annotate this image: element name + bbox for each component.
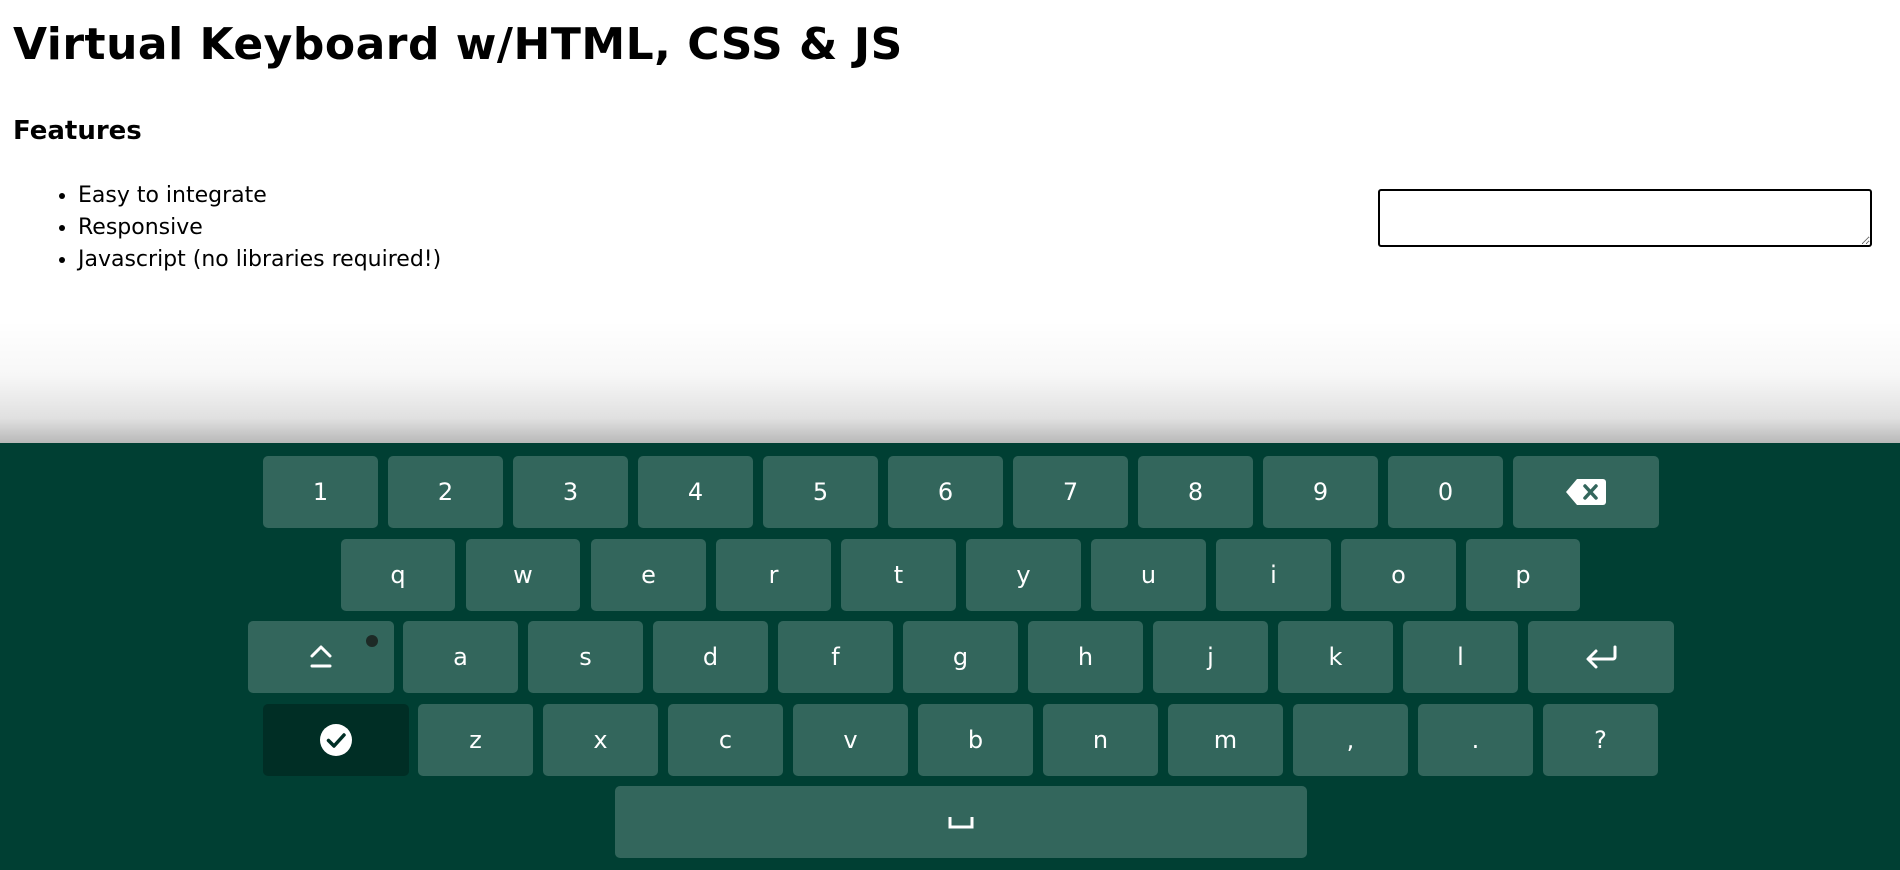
enter-key[interactable] — [1528, 621, 1674, 693]
key-d[interactable]: d — [653, 621, 768, 693]
features-list: Easy to integrate Responsive Javascript … — [30, 180, 441, 276]
key-y[interactable]: y — [966, 539, 1081, 611]
key-l[interactable]: l — [1403, 621, 1518, 693]
backspace-key[interactable] — [1513, 456, 1659, 528]
key-z[interactable]: z — [418, 704, 533, 776]
key-1[interactable]: 1 — [263, 456, 378, 528]
key-comma[interactable]: , — [1293, 704, 1408, 776]
key-p[interactable]: p — [1466, 539, 1580, 611]
key-i[interactable]: i — [1216, 539, 1331, 611]
caps-lock-indicator — [366, 635, 378, 647]
key-0[interactable]: 0 — [1388, 456, 1503, 528]
key-8[interactable]: 8 — [1138, 456, 1253, 528]
features-heading: Features — [13, 116, 142, 146]
key-b[interactable]: b — [918, 704, 1033, 776]
key-n[interactable]: n — [1043, 704, 1158, 776]
key-u[interactable]: u — [1091, 539, 1206, 611]
key-7[interactable]: 7 — [1013, 456, 1128, 528]
key-2[interactable]: 2 — [388, 456, 503, 528]
done-key[interactable] — [263, 704, 409, 776]
key-period[interactable]: . — [1418, 704, 1533, 776]
space-bar-icon — [947, 814, 975, 830]
key-9[interactable]: 9 — [1263, 456, 1378, 528]
key-3[interactable]: 3 — [513, 456, 628, 528]
key-h[interactable]: h — [1028, 621, 1143, 693]
virtual-keyboard: 1 2 3 4 5 6 7 8 9 0 q w e r t y u i o p — [0, 443, 1900, 870]
space-key[interactable] — [615, 786, 1307, 858]
key-j[interactable]: j — [1153, 621, 1268, 693]
key-g[interactable]: g — [903, 621, 1018, 693]
page-content: Virtual Keyboard w/HTML, CSS & JS Featur… — [0, 0, 1900, 443]
key-question[interactable]: ? — [1543, 704, 1658, 776]
key-x[interactable]: x — [543, 704, 658, 776]
keyboard-shadow — [0, 320, 1900, 443]
key-r[interactable]: r — [716, 539, 831, 611]
key-a[interactable]: a — [403, 621, 518, 693]
caps-lock-key[interactable] — [248, 621, 394, 693]
keyboard-input-textarea[interactable] — [1378, 189, 1872, 247]
enter-icon — [1584, 644, 1618, 670]
check-circle-icon — [319, 723, 353, 757]
key-4[interactable]: 4 — [638, 456, 753, 528]
key-s[interactable]: s — [528, 621, 643, 693]
key-m[interactable]: m — [1168, 704, 1283, 776]
key-e[interactable]: e — [591, 539, 706, 611]
key-f[interactable]: f — [778, 621, 893, 693]
page-title: Virtual Keyboard w/HTML, CSS & JS — [13, 19, 903, 70]
list-item: Javascript (no libraries required!) — [78, 244, 441, 276]
key-q[interactable]: q — [341, 539, 455, 611]
key-5[interactable]: 5 — [763, 456, 878, 528]
caps-lock-icon — [309, 644, 333, 670]
key-o[interactable]: o — [1341, 539, 1456, 611]
list-item: Easy to integrate — [78, 180, 441, 212]
key-t[interactable]: t — [841, 539, 956, 611]
key-w[interactable]: w — [466, 539, 580, 611]
key-c[interactable]: c — [668, 704, 783, 776]
key-k[interactable]: k — [1278, 621, 1393, 693]
list-item: Responsive — [78, 212, 441, 244]
key-v[interactable]: v — [793, 704, 908, 776]
backspace-icon — [1565, 477, 1607, 507]
key-6[interactable]: 6 — [888, 456, 1003, 528]
